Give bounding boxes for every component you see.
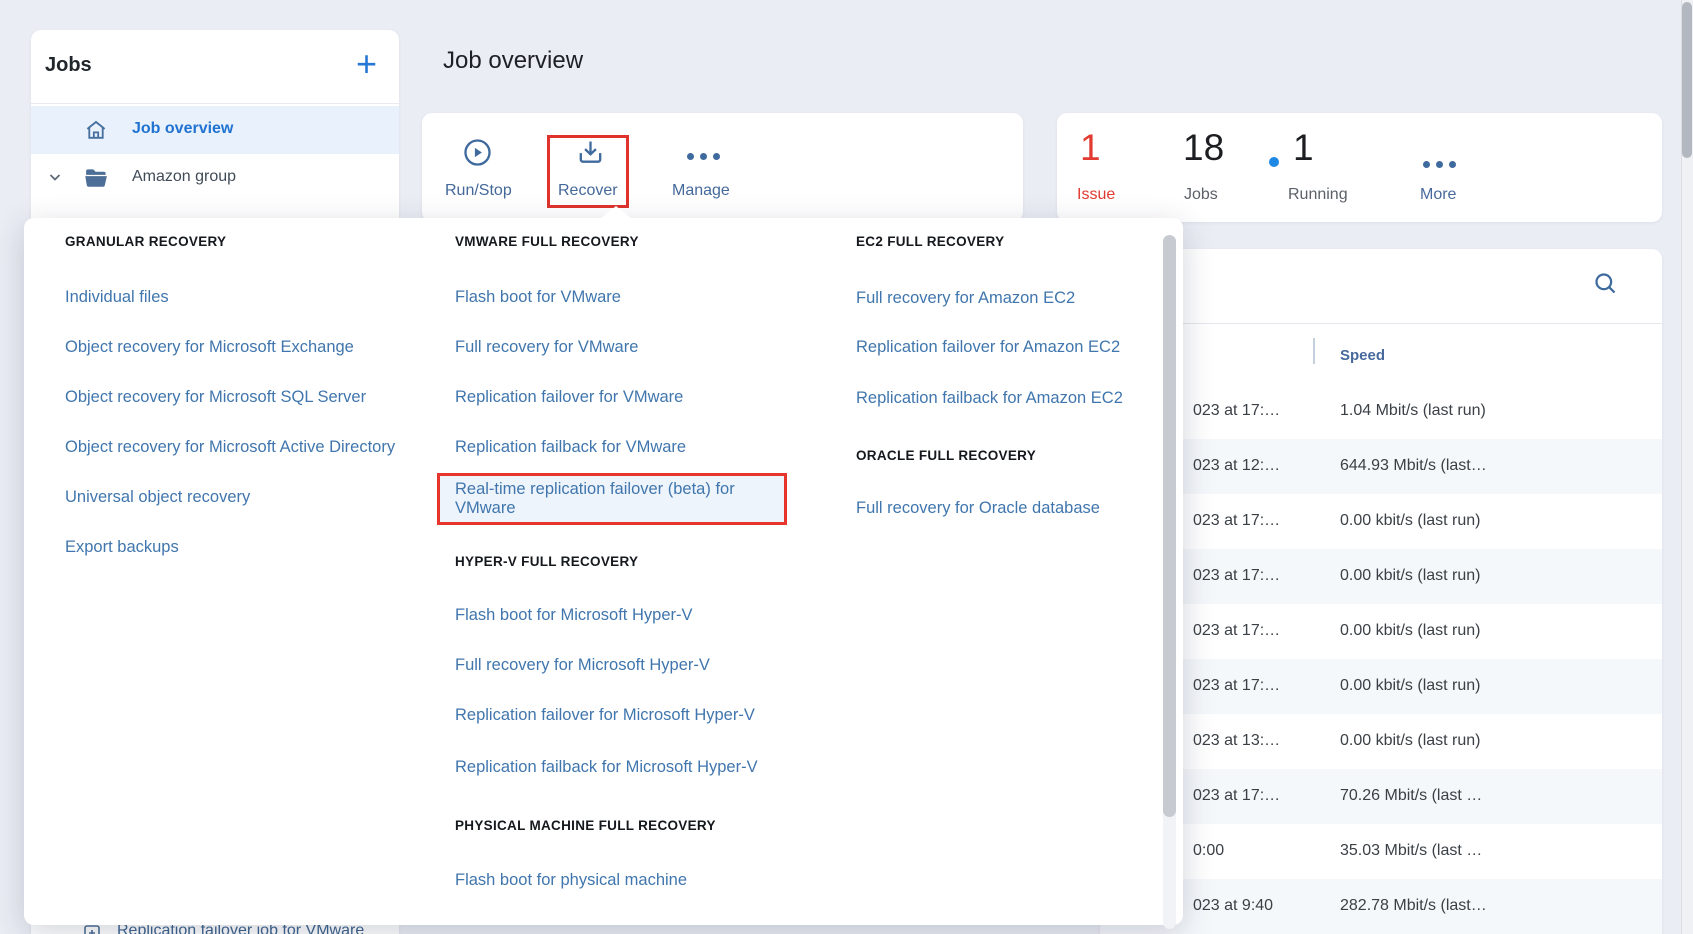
last-run-cell: 023 at 17:… (1193, 787, 1280, 805)
menu-item-full-recovery-vmware[interactable]: Full recovery for VMware (455, 336, 638, 358)
table-row[interactable]: 0:00 35.03 Mbit/s (last … (1100, 824, 1662, 879)
menu-item-flash-boot-physical[interactable]: Flash boot for physical machine (455, 869, 687, 891)
menu-item-export-backups[interactable]: Export backups (65, 536, 179, 558)
table-row[interactable]: 023 at 17:… 0.00 kbit/s (last run) (1100, 549, 1662, 604)
table-header-divider (1100, 323, 1662, 324)
job-actions-toolbar: Run/Stop Recover Manage (422, 113, 1023, 222)
column-divider (1313, 338, 1315, 364)
menu-section-header: ORACLE FULL RECOVERY (856, 448, 1036, 463)
menu-item-realtime-replication-failover-vmware[interactable]: Real-time replication failover (beta) fo… (455, 480, 784, 518)
sidebar-divider (31, 103, 399, 104)
speed-cell: 1.04 Mbit/s (last run) (1340, 402, 1486, 420)
menu-section-header: PHYSICAL MACHINE FULL RECOVERY (455, 818, 716, 833)
issue-count: 1 (1080, 128, 1101, 168)
menu-item-object-recovery-exchange[interactable]: Object recovery for Microsoft Exchange (65, 336, 354, 358)
last-run-cell: 0:00 (1193, 842, 1224, 860)
speed-cell: 0.00 kbit/s (last run) (1340, 622, 1481, 640)
menu-section-header: EC2 FULL RECOVERY (856, 234, 1004, 249)
jobs-count: 18 (1183, 128, 1224, 168)
last-run-cell: 023 at 17:… (1193, 622, 1280, 640)
menu-item-replication-failover-hyperv[interactable]: Replication failover for Microsoft Hyper… (455, 704, 755, 726)
speed-cell: 35.03 Mbit/s (last … (1340, 842, 1482, 860)
manage-label: Manage (672, 182, 730, 200)
menu-item-replication-failover-vmware[interactable]: Replication failover for VMware (455, 386, 683, 408)
last-run-cell: 023 at 13:… (1193, 732, 1280, 750)
table-row[interactable]: 023 at 9:40 282.78 Mbit/s (last… (1100, 879, 1662, 934)
menu-section-header: VMWARE FULL RECOVERY (455, 234, 639, 249)
speed-cell: 0.00 kbit/s (last run) (1340, 732, 1481, 750)
add-job-button[interactable]: + (356, 43, 377, 85)
table-row[interactable]: 023 at 17:… 0.00 kbit/s (last run) (1100, 494, 1662, 549)
menu-item-individual-files[interactable]: Individual files (65, 286, 169, 308)
recover-dropdown-menu: GRANULAR RECOVERY Individual files Objec… (24, 218, 1183, 925)
menu-item-object-recovery-sql[interactable]: Object recovery for Microsoft SQL Server (65, 386, 366, 408)
menu-section-header: HYPER-V FULL RECOVERY (455, 554, 638, 569)
menu-item-object-recovery-ad[interactable]: Object recovery for Microsoft Active Dir… (65, 436, 395, 458)
table-row[interactable]: 023 at 13:… 0.00 kbit/s (last run) (1100, 714, 1662, 769)
sidebar-item-label: Job overview (132, 120, 233, 138)
sidebar-item-amazon-group[interactable]: Amazon group (31, 154, 399, 202)
chevron-down-icon[interactable] (48, 170, 62, 184)
folder-icon (83, 165, 110, 191)
speed-cell: 282.78 Mbit/s (last… (1340, 897, 1487, 915)
last-run-cell: 023 at 17:… (1193, 567, 1280, 585)
table-row[interactable]: 023 at 17:… 70.26 Mbit/s (last … (1100, 769, 1662, 824)
speed-cell: 0.00 kbit/s (last run) (1340, 567, 1481, 585)
speed-cell: 644.93 Mbit/s (last… (1340, 457, 1487, 475)
menu-item-flash-boot-vmware[interactable]: Flash boot for VMware (455, 286, 621, 308)
jobs-label: Jobs (1184, 186, 1218, 204)
menu-item-replication-failback-vmware[interactable]: Replication failback for VMware (455, 436, 686, 458)
table-row[interactable]: 023 at 12:… 644.93 Mbit/s (last… (1100, 439, 1662, 494)
speed-column-header[interactable]: Speed (1340, 347, 1385, 364)
table-row[interactable]: 023 at 17:… 0.00 kbit/s (last run) (1100, 604, 1662, 659)
menu-item-flash-boot-hyperv[interactable]: Flash boot for Microsoft Hyper-V (455, 604, 693, 626)
recover-highlight-box (547, 135, 629, 208)
page-title: Job overview (443, 47, 583, 75)
menu-item-universal-object-recovery[interactable]: Universal object recovery (65, 486, 250, 508)
running-label: Running (1288, 186, 1348, 204)
more-label: More (1420, 186, 1456, 204)
last-run-cell: 023 at 17:… (1193, 402, 1280, 420)
last-run-cell: 023 at 17:… (1193, 677, 1280, 695)
table-row[interactable]: 023 at 17:… 0.00 kbit/s (last run) (1100, 659, 1662, 714)
home-icon (83, 117, 109, 143)
running-dot-icon (1269, 157, 1279, 167)
sidebar-title: Jobs (45, 54, 92, 77)
highlighted-menu-item-box: Real-time replication failover (beta) fo… (437, 473, 787, 525)
menu-item-full-recovery-hyperv[interactable]: Full recovery for Microsoft Hyper-V (455, 654, 710, 676)
last-run-cell: 023 at 17:… (1193, 512, 1280, 530)
last-run-cell: 023 at 12:… (1193, 457, 1280, 475)
running-count: 1 (1293, 128, 1314, 168)
menu-section-header: GRANULAR RECOVERY (65, 234, 226, 249)
speed-cell: 0.00 kbit/s (last run) (1340, 677, 1481, 695)
dropdown-scrollbar-thumb[interactable] (1163, 235, 1176, 817)
sidebar-item-job-overview[interactable]: Job overview (31, 106, 399, 154)
menu-item-replication-failback-ec2[interactable]: Replication failback for Amazon EC2 (856, 387, 1123, 409)
speed-cell: 0.00 kbit/s (last run) (1340, 512, 1481, 530)
menu-item-full-recovery-ec2[interactable]: Full recovery for Amazon EC2 (856, 287, 1075, 309)
menu-item-replication-failover-ec2[interactable]: Replication failover for Amazon EC2 (856, 336, 1120, 358)
replication-job-icon (83, 924, 101, 934)
ellipsis-icon (1423, 161, 1456, 168)
browser-scrollbar-thumb[interactable] (1682, 2, 1692, 158)
dropdown-notch (600, 206, 632, 219)
play-circle-icon (462, 137, 493, 168)
last-run-cell: 023 at 9:40 (1193, 897, 1273, 915)
table-row[interactable]: 023 at 17:… 1.04 Mbit/s (last run) (1100, 384, 1662, 439)
jobs-summary-card: 1 Issue 18 Jobs 1 Running More (1057, 113, 1662, 222)
sidebar-item-label: Amazon group (132, 168, 236, 186)
menu-item-full-recovery-oracle[interactable]: Full recovery for Oracle database (856, 497, 1100, 519)
jobs-table-card: Speed 023 at 17:… 1.04 Mbit/s (last run)… (1100, 249, 1662, 934)
run-stop-label: Run/Stop (445, 182, 512, 200)
ellipsis-icon (687, 153, 720, 160)
speed-cell: 70.26 Mbit/s (last … (1340, 787, 1482, 805)
menu-item-replication-failback-hyperv[interactable]: Replication failback for Microsoft Hyper… (455, 756, 758, 778)
issue-label: Issue (1077, 186, 1115, 204)
search-icon[interactable] (1592, 270, 1619, 297)
